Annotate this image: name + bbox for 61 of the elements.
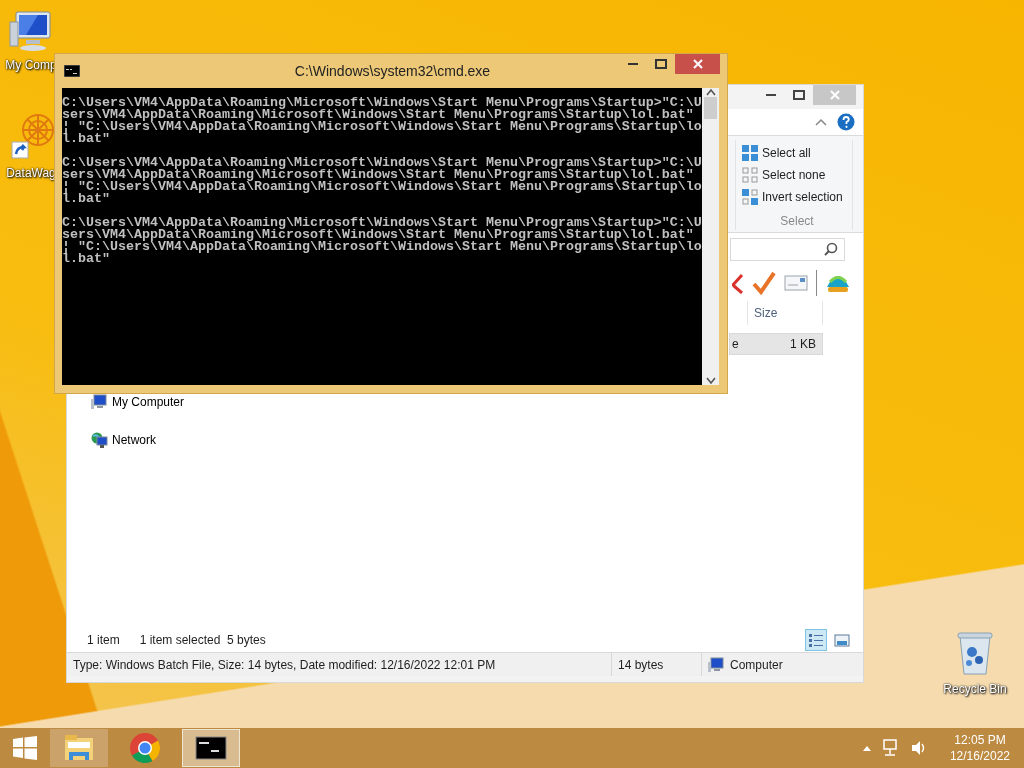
computer-icon[interactable] bbox=[8, 8, 54, 54]
nav-item[interactable]: Network bbox=[91, 431, 227, 449]
file-details: Type: Windows Batch File, Size: 14 bytes, Date modified: 12/16/2022 12:01 PM bbox=[67, 653, 612, 676]
network-icon bbox=[91, 432, 108, 448]
console-line: ¦ "C:\Users\VM4\AppData\Roaming\Microsoft\Windows\Start Menu\Programs\Startup\lo bbox=[62, 121, 702, 133]
select-all-icon bbox=[742, 145, 758, 161]
network-icon[interactable] bbox=[881, 739, 900, 757]
console-line: sers\VM4\AppData\Roaming\Microsoft\Windows\Start Menu\Programs\Startup\lol.bat" bbox=[62, 109, 694, 121]
console-line: ¦ "C:\Users\VM4\AppData\Roaming\Microsoft\Windows\Start Menu\Programs\Startup\lo bbox=[62, 181, 702, 193]
window-title: C:\Windows\system32\cmd.exe bbox=[293, 61, 492, 81]
file-size: 14 bytes bbox=[612, 653, 702, 676]
selection-info: 1 item selected 5 bytes bbox=[139, 632, 266, 649]
console-line: l.bat" bbox=[62, 133, 110, 145]
console-line: l.bat" bbox=[62, 253, 110, 265]
console-line: C:\Users\VM4\AppData\Roaming\Microsoft\Windows\Start Menu\Programs\Startup>"C:\U bbox=[62, 157, 702, 169]
details-view-icon bbox=[808, 632, 824, 648]
scroll-up-icon[interactable] bbox=[705, 88, 716, 96]
recycle-bin-icon[interactable] bbox=[955, 630, 995, 678]
console-line: ¦ "C:\Users\VM4\AppData\Roaming\Microsoft\Windows\Start Menu\Programs\Startup\lo bbox=[62, 241, 702, 253]
help-icon[interactable] bbox=[837, 113, 855, 131]
close-button[interactable] bbox=[675, 54, 720, 74]
computer-icon bbox=[708, 656, 725, 673]
chrome-icon bbox=[129, 732, 161, 764]
view-button[interactable] bbox=[805, 629, 827, 651]
maximize-icon bbox=[793, 90, 805, 100]
file-row[interactable]: e 1 KB bbox=[729, 333, 823, 355]
minimize-icon bbox=[766, 94, 776, 96]
invert-selection-icon bbox=[742, 189, 758, 205]
select-none-icon bbox=[742, 167, 758, 183]
console-line: sers\VM4\AppData\Roaming\Microsoft\Windows\Start Menu\Programs\Startup\lol.bat" bbox=[62, 229, 694, 241]
location-label: Computer bbox=[730, 656, 783, 674]
windows-logo-icon bbox=[13, 736, 37, 760]
scroll-thumb[interactable] bbox=[704, 97, 717, 119]
check-icon[interactable] bbox=[752, 271, 776, 295]
search-field[interactable] bbox=[730, 237, 845, 261]
show-hidden-icons-icon[interactable] bbox=[861, 744, 872, 752]
console-line: C:\Users\VM4\AppData\Roaming\Microsoft\Windows\Start Menu\Programs\Startup>"C:\U bbox=[62, 97, 702, 109]
close-icon bbox=[692, 59, 703, 69]
table-cell-text: e bbox=[731, 336, 740, 353]
nav-item[interactable]: My Computer bbox=[91, 393, 227, 411]
console-icon bbox=[64, 65, 80, 77]
console-line: sers\VM4\AppData\Roaming\Microsoft\Windows\Start Menu\Programs\Startup\lol.bat" bbox=[62, 169, 694, 181]
search-icon bbox=[824, 242, 838, 256]
ribbon-command[interactable]: Select none bbox=[742, 164, 852, 186]
envelope-icon[interactable] bbox=[784, 274, 808, 292]
maximize-icon bbox=[655, 59, 667, 69]
console-line: l.bat" bbox=[62, 193, 110, 205]
minimize-icon bbox=[628, 63, 638, 65]
computer-icon bbox=[91, 394, 108, 410]
group-label: Select bbox=[779, 213, 815, 230]
close-icon bbox=[829, 90, 840, 100]
scroll-down-icon[interactable] bbox=[705, 377, 716, 385]
collapse-ribbon-icon[interactable] bbox=[815, 118, 827, 126]
console-line: C:\Users\VM4\AppData\Roaming\Microsoft\Windows\Start Menu\Programs\Startup>"C:\U bbox=[62, 217, 702, 229]
table-cell-text: 1 KB bbox=[789, 336, 817, 353]
column-header[interactable]: Size bbox=[747, 301, 823, 325]
taskbar-button[interactable] bbox=[182, 729, 240, 767]
ribbon-command[interactable]: Select all bbox=[742, 142, 852, 164]
item-count: 1 item bbox=[87, 632, 120, 649]
picture-icon bbox=[834, 632, 850, 648]
ribbon-command[interactable]: Invert selection bbox=[742, 186, 852, 208]
